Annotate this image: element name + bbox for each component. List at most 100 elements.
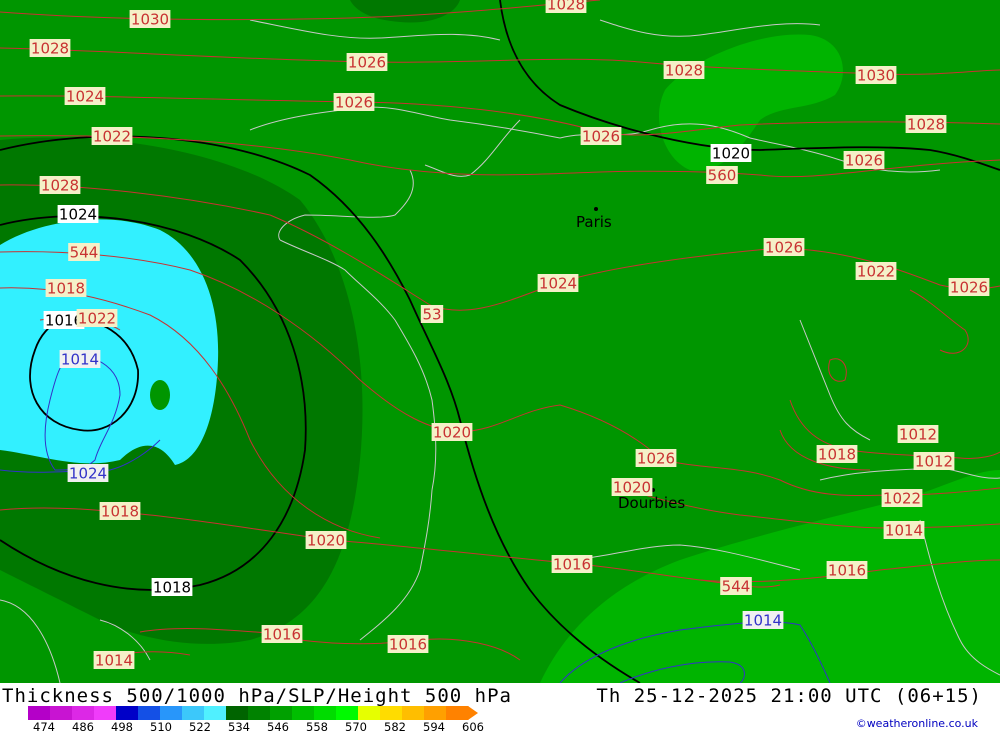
isobar-label: 1024	[537, 274, 579, 293]
isobar-label: 1026	[635, 449, 677, 468]
label-text: 1028	[547, 0, 585, 14]
label-text: 1018	[101, 503, 139, 521]
isobar-label: 1018	[816, 445, 858, 464]
colorscale-swatch	[138, 706, 161, 720]
isobar-label: 1020	[611, 478, 653, 497]
colorscale-swatch	[182, 706, 205, 720]
map-title: Thickness 500/1000 hPa/SLP/Height 500 hP…	[2, 685, 512, 707]
colorscale-tick-label: 606	[462, 720, 484, 734]
isobar-label: 1022	[855, 262, 897, 281]
label-text: 1016	[389, 636, 427, 654]
label-text: 1022	[78, 310, 116, 328]
label-text: 1026	[765, 239, 803, 257]
isobar-label: 1030	[129, 10, 171, 29]
isobar-label: 1028	[29, 39, 71, 58]
label-text: 1024	[539, 275, 577, 293]
label-text: 1018	[153, 579, 191, 597]
isobar-label: 1012	[897, 425, 939, 444]
forecast-datetime: Th 25-12-2025 21:00 UTC (06+15)	[596, 685, 982, 707]
label-text: 1020	[307, 532, 345, 550]
colorscale-tick-label: 534	[228, 720, 250, 734]
label-text: 1024	[66, 88, 104, 106]
label-text: 1026	[348, 54, 386, 72]
label-text: 1012	[899, 426, 937, 444]
colorscale-swatch	[270, 706, 293, 720]
isobar-label: 1026	[948, 278, 990, 297]
isobar-label: 1020	[431, 423, 473, 442]
isobar-label: 1016	[261, 625, 303, 644]
colorscale-swatch	[94, 706, 117, 720]
colorscale-tick-label: 570	[345, 720, 367, 734]
label-text: 1022	[93, 128, 131, 146]
label-text: 1026	[335, 94, 373, 112]
thickness-colorscale	[28, 706, 478, 720]
isobar-label: 544	[68, 243, 100, 262]
isobar-label: 1024	[64, 87, 106, 106]
label-text: 1024	[59, 206, 97, 224]
height-contour-label: 1020	[710, 144, 752, 163]
label-text: 560	[708, 167, 737, 185]
label-text: 1028	[41, 177, 79, 195]
label-text: 1020	[433, 424, 471, 442]
isobar-label: 1026	[843, 151, 885, 170]
colorscale-tick-label: 498	[111, 720, 133, 734]
isobar-label: 1026	[580, 127, 622, 146]
colorscale-tick-label: 582	[384, 720, 406, 734]
isobar-label: 1026	[763, 238, 805, 257]
isobar-label: 1024	[67, 464, 109, 483]
isobar-label: 1020	[305, 531, 347, 550]
colorscale-swatch	[204, 706, 227, 720]
isobar-label: 1016	[826, 561, 868, 580]
label-text: 1016	[553, 556, 591, 574]
isobar-label: 1028	[663, 61, 705, 80]
colorscale-ticks: 474 486 498 510 522 534 546 558 570 582 594 606	[30, 720, 510, 734]
label-text: 1018	[818, 446, 856, 464]
label-text: 1026	[950, 279, 988, 297]
isobar-label: 53	[420, 305, 444, 324]
label-text: 1014	[744, 612, 782, 630]
weather-map-view: Paris Dourbies 1030 1028 1028 1026 1028 1026 1…	[0, 0, 1000, 734]
colorscale-swatch	[336, 706, 359, 720]
label-text: 1028	[665, 62, 703, 80]
label-text: 1016	[263, 626, 301, 644]
colorscale-tick-label: 558	[306, 720, 328, 734]
label-text: 1030	[131, 11, 169, 29]
label-text: 1012	[915, 453, 953, 471]
isobar-label: 1014	[93, 651, 135, 670]
colorscale-swatch	[116, 706, 139, 720]
colorscale-swatch	[424, 706, 447, 720]
colorscale-swatch	[292, 706, 315, 720]
label-text: 1026	[845, 152, 883, 170]
isobar-label: 1016	[387, 635, 429, 654]
isobar-label: 1028	[39, 176, 81, 195]
colorscale-tick-label: 486	[72, 720, 94, 734]
thickness-map: Paris Dourbies 1030 1028 1028 1026 1028 1026 1…	[0, 0, 1000, 683]
isobar-label: 1012	[913, 452, 955, 471]
isobar-label: 544	[720, 577, 752, 596]
colorscale-tick-label: 546	[267, 720, 289, 734]
colorscale-swatch	[380, 706, 403, 720]
thickness-island	[150, 380, 170, 410]
label-text: 1028	[31, 40, 69, 58]
label-text: 1020	[613, 479, 651, 497]
city-label-paris: Paris	[576, 213, 612, 231]
height-contour-label: 1024	[57, 205, 99, 224]
label-text: 1018	[47, 280, 85, 298]
isobar-label: 1026	[346, 53, 388, 72]
isobar-label: 1026	[333, 93, 375, 112]
label-text: 1016	[828, 562, 866, 580]
credit-link[interactable]: ©weatheronline.co.uk	[856, 717, 978, 730]
isobar-label: 1014	[742, 611, 784, 630]
colorscale-swatch	[402, 706, 425, 720]
colorscale-swatch	[248, 706, 271, 720]
colorscale-swatch	[358, 706, 381, 720]
label-text: 53	[422, 306, 441, 324]
label-text: 1014	[885, 522, 923, 540]
colorscale-tick-label: 594	[423, 720, 445, 734]
colorscale-swatch	[446, 706, 469, 720]
colorscale-tick-label: 474	[33, 720, 55, 734]
colorscale-tick-label: 510	[150, 720, 172, 734]
label-text: 1030	[857, 67, 895, 85]
label-text: 544	[70, 244, 99, 262]
colorscale-tick-label: 522	[189, 720, 211, 734]
